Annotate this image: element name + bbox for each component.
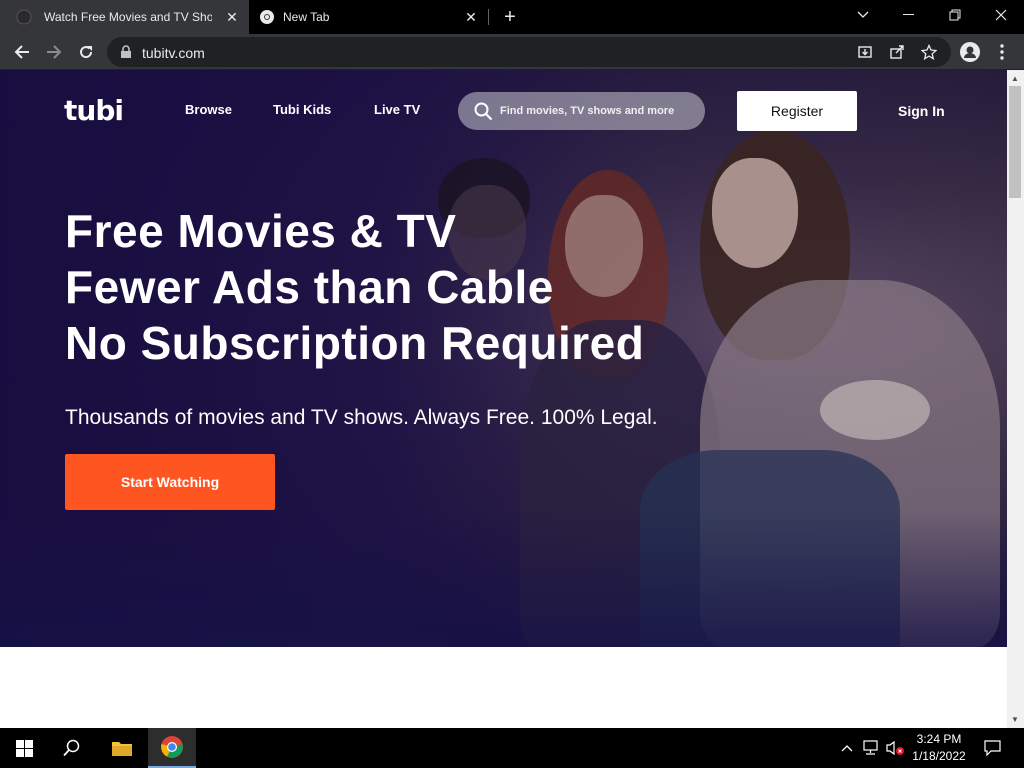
tab-tubi[interactable]: Watch Free Movies and TV Shows ✕ — [0, 0, 249, 34]
search-icon — [474, 102, 493, 121]
tab-strip: Watch Free Movies and TV Shows ✕ New Tab… — [0, 0, 1024, 34]
reload-icon[interactable] — [74, 40, 98, 64]
register-button[interactable]: Register — [737, 91, 857, 131]
sign-in-link[interactable]: Sign In — [898, 103, 945, 119]
network-icon[interactable] — [860, 728, 882, 768]
profile-avatar-icon[interactable] — [958, 40, 982, 64]
tab-title: Watch Free Movies and TV Shows — [44, 10, 212, 24]
url-text: tubitv.com — [142, 45, 205, 61]
search-icon[interactable] — [48, 728, 96, 768]
scroll-thumb[interactable] — [1009, 86, 1021, 198]
address-bar[interactable]: tubitv.com — [107, 37, 951, 67]
web-page: tubi Browse Tubi Kids Live TV Find movie… — [0, 70, 1007, 728]
install-app-icon[interactable] — [857, 44, 873, 60]
clock-time: 3:24 PM — [916, 732, 962, 746]
chrome-favicon-icon — [260, 10, 274, 24]
search-input[interactable]: Find movies, TV shows and more — [458, 92, 705, 130]
tubi-favicon-icon — [16, 9, 32, 25]
start-windows-icon[interactable] — [0, 728, 48, 768]
minimize-icon[interactable] — [886, 0, 932, 30]
system-clock[interactable]: 3:24 PM 1/18/2022 — [908, 731, 970, 765]
new-tab-icon[interactable]: + — [500, 7, 520, 27]
notifications-icon[interactable] — [978, 728, 1006, 768]
hero-subheadline: Thousands of movies and TV shows. Always… — [65, 406, 658, 429]
show-hidden-icons-chevron-icon[interactable] — [838, 728, 856, 768]
headline-line-1: Free Movies & TV — [65, 205, 457, 257]
hero-headline: Free Movies & TV Fewer Ads than Cable No… — [65, 203, 644, 371]
tab-divider — [488, 9, 489, 25]
chrome-taskbar-icon[interactable] — [148, 728, 196, 768]
close-window-icon[interactable] — [978, 0, 1024, 30]
site-header: tubi Browse Tubi Kids Live TV Find movie… — [0, 70, 1007, 150]
scroll-up-arrow-icon[interactable]: ▲ — [1011, 74, 1019, 83]
nav-live-tv[interactable]: Live TV — [374, 102, 420, 117]
menu-kebab-icon[interactable] — [990, 40, 1014, 64]
headline-line-2: Fewer Ads than Cable — [65, 261, 554, 313]
scroll-down-arrow-icon[interactable]: ▼ — [1011, 715, 1019, 724]
forward-icon[interactable] — [42, 40, 66, 64]
restore-icon[interactable] — [932, 0, 978, 30]
tubi-logo[interactable]: tubi — [64, 94, 124, 127]
windows-taskbar: 3:24 PM 1/18/2022 — [0, 728, 1024, 768]
headline-line-3: No Subscription Required — [65, 317, 645, 369]
tab-new-tab[interactable]: New Tab ✕ — [249, 0, 489, 34]
page-scrollbar[interactable]: ▲ ▼ — [1007, 70, 1024, 728]
tab-search-chevron-icon[interactable] — [840, 0, 886, 30]
browser-toolbar: tubitv.com — [0, 34, 1024, 70]
close-tab-icon[interactable]: ✕ — [462, 8, 480, 26]
tab-title: New Tab — [283, 10, 330, 24]
bookmark-star-icon[interactable] — [921, 44, 937, 60]
hero-section: tubi Browse Tubi Kids Live TV Find movie… — [0, 70, 1007, 647]
close-tab-icon[interactable]: ✕ — [223, 8, 241, 26]
clock-date: 1/18/2022 — [912, 749, 966, 763]
nav-tubi-kids[interactable]: Tubi Kids — [273, 102, 331, 117]
back-icon[interactable] — [10, 40, 34, 64]
file-explorer-icon[interactable] — [98, 728, 146, 768]
volume-muted-icon[interactable] — [884, 728, 906, 768]
nav-browse[interactable]: Browse — [185, 102, 232, 117]
hero-gradient-overlay — [0, 510, 1007, 647]
lock-icon — [121, 45, 131, 58]
search-placeholder: Find movies, TV shows and more — [500, 105, 675, 117]
share-icon[interactable] — [889, 44, 905, 60]
start-watching-button[interactable]: Start Watching — [65, 454, 275, 510]
